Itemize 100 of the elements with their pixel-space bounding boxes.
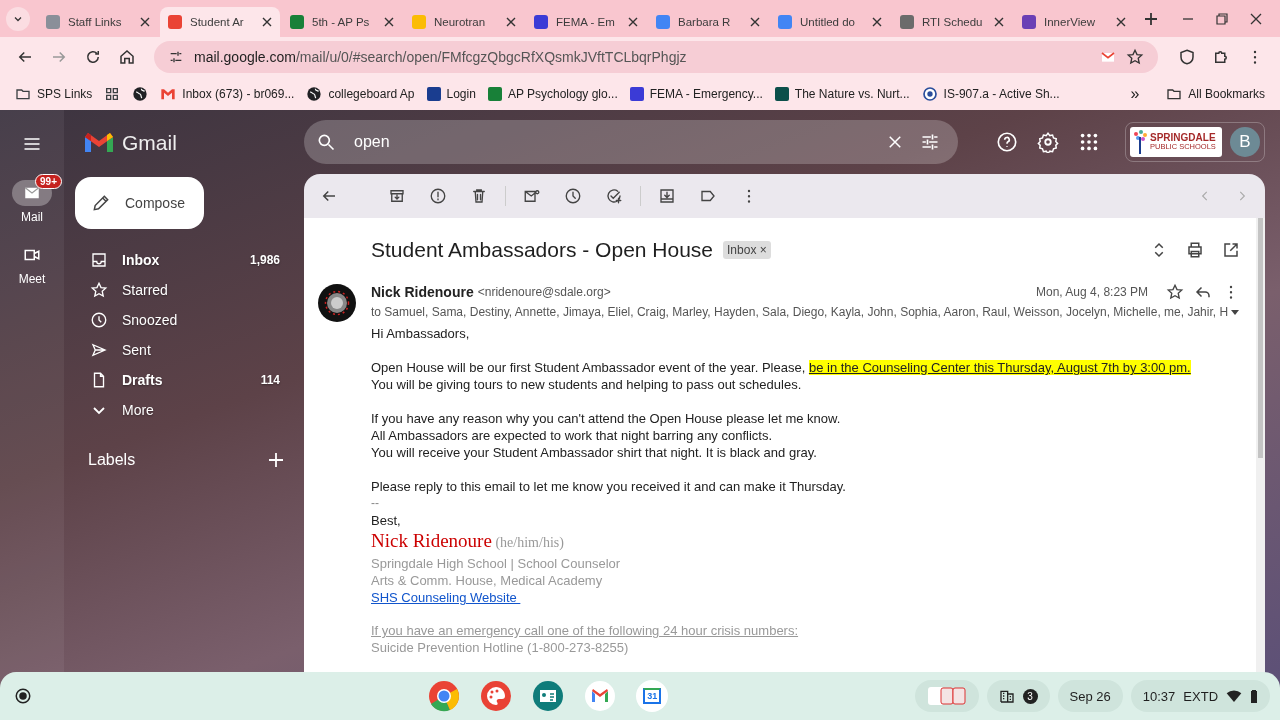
sender-avatar [318, 284, 356, 322]
report-icon[interactable] [429, 187, 447, 205]
scrollbar-thumb[interactable] [1258, 218, 1263, 458]
recipients: to Samuel, Sama, Destiny, Annette, Jimaya, Eliel, Craig, Marley, Hayden, Sala, Diego, Kayla, John, Sophia, Aaron, Raul, Weisson, Jocelyn, Michelle, me, Jahir, H [371, 305, 1229, 319]
browser-app-icon[interactable] [428, 680, 461, 712]
scrollbar[interactable] [1256, 218, 1265, 672]
reload-icon[interactable] [84, 48, 102, 66]
print-icon[interactable] [1186, 241, 1205, 259]
caret-icon[interactable] [1230, 307, 1241, 317]
restore-icon[interactable] [1216, 12, 1228, 25]
status-tray[interactable]: 10:37 EXTD [1130, 680, 1270, 712]
website-link[interactable]: SHS Counseling Website [371, 589, 521, 606]
star-icon[interactable] [1166, 283, 1185, 301]
unread-badge: 99+ [35, 174, 62, 189]
body-text: If you have any reason why you can't attend the Open House please let me know. [371, 410, 842, 427]
folder-item[interactable]: More [64, 395, 304, 425]
search-field[interactable]: open [352, 132, 870, 152]
open-new-window-icon[interactable] [1222, 241, 1241, 259]
more-bookmarks-button[interactable]: » [1116, 84, 1154, 103]
folder-item[interactable]: Sent [64, 335, 304, 365]
all-bookmarks-button[interactable]: All Bookmarks [1161, 82, 1270, 105]
tree-icon [1132, 129, 1148, 155]
send-icon [90, 341, 108, 359]
launcher-icon[interactable] [14, 687, 32, 705]
emergency-text: If you have an emergency call one of the following 24 hour crisis numbers: [371, 622, 800, 639]
close-icon[interactable] [628, 17, 638, 27]
signature-separator: -- [371, 495, 380, 512]
puzzle-icon[interactable] [1212, 48, 1230, 66]
closing-text: Best, [371, 512, 402, 529]
chevron-icon [90, 405, 108, 415]
apps-grid-icon[interactable] [1078, 131, 1100, 153]
rail-item[interactable]: Meet [12, 242, 52, 286]
bookmark[interactable]: Inbox (673) - br069... [155, 82, 300, 105]
site-settings-icon[interactable] [168, 49, 184, 65]
bookmark[interactable]: collegeboard Ap [301, 82, 420, 105]
pronouns: (he/him/his) [495, 535, 564, 550]
notification-tray[interactable]: 3 [986, 680, 1050, 712]
filter-sliders-icon[interactable] [920, 132, 940, 152]
search-icon[interactable] [316, 132, 336, 152]
folder-item[interactable]: Drafts 114 [64, 365, 304, 395]
close-icon[interactable] [1116, 17, 1126, 27]
holding-space-tray[interactable] [914, 680, 979, 712]
close-icon[interactable] [262, 17, 272, 27]
clock-icon[interactable] [564, 187, 582, 205]
bookmark[interactable]: The Nature vs. Nurt... [769, 83, 915, 104]
browser-tab[interactable]: Untitled do [770, 7, 890, 37]
browser-tab[interactable]: InnerView [1014, 7, 1134, 37]
bookmark[interactable]: SPS Links [10, 82, 98, 105]
close-icon[interactable] [140, 17, 150, 27]
compose-button[interactable]: Compose [75, 177, 204, 229]
close-icon[interactable] [1250, 12, 1262, 25]
folder-item[interactable]: Starred [64, 275, 304, 305]
browser-tab[interactable]: Staff Links [38, 7, 158, 37]
envelope-icon[interactable] [1100, 49, 1116, 65]
shield-icon[interactable] [1178, 48, 1196, 66]
browser-tab[interactable]: Barbara R [648, 7, 768, 37]
search-bar[interactable]: open [304, 120, 958, 164]
bookmark[interactable]: FEMA - Emergency... [624, 83, 768, 104]
close-icon[interactable] [872, 17, 882, 27]
file-thumbnails-icon [926, 685, 967, 707]
browser-tab[interactable]: RTI Schedu [892, 7, 1012, 37]
close-icon[interactable] [506, 17, 516, 27]
archive-icon[interactable] [388, 187, 406, 205]
bookmark[interactable]: Login [421, 83, 481, 104]
bookmark[interactable]: AP Psychology glo... [482, 83, 623, 104]
new-tab-icon[interactable] [1144, 11, 1158, 26]
notification-count: 3 [1022, 688, 1038, 704]
mail-app-icon[interactable] [584, 680, 617, 712]
add-icon[interactable] [268, 452, 284, 468]
signature-name: Nick Ridenoure [371, 530, 492, 551]
address-bar[interactable]: mail.google.com/mail/u/0/#search/open/FMfcgzQbgcRfXQsmkJVftTCLbqrPhgjz [154, 41, 1158, 73]
trash-icon[interactable] [470, 187, 488, 205]
close-icon[interactable] [994, 17, 1004, 27]
calendar-app-icon[interactable]: 31 [636, 680, 669, 712]
avatar[interactable]: B [1230, 127, 1260, 157]
home-icon[interactable] [118, 48, 136, 66]
classroom-app-icon[interactable] [532, 680, 565, 712]
move-icon[interactable] [658, 187, 676, 205]
settings-icon[interactable] [1037, 131, 1059, 153]
browser-tab[interactable]: Student Ar [160, 7, 280, 37]
browser-tab[interactable]: FEMA - Em [526, 7, 646, 37]
help-icon[interactable] [996, 131, 1018, 153]
inbox-icon [90, 251, 108, 269]
clear-icon[interactable] [886, 133, 904, 151]
remove-label-button[interactable]: × [759, 243, 767, 257]
browser-tab[interactable]: 5th - AP Ps [282, 7, 402, 37]
close-icon[interactable] [384, 17, 394, 27]
folder-item[interactable]: Snoozed [64, 305, 304, 335]
star-icon [90, 281, 108, 299]
close-icon[interactable] [750, 17, 760, 27]
labels-heading: Labels [88, 451, 136, 469]
sender-address: <nridenoure@sdale.org> [477, 285, 611, 299]
task-add-icon[interactable] [605, 187, 623, 205]
palette-app-icon[interactable] [480, 680, 513, 712]
browser-tab[interactable]: Neurotran [404, 7, 524, 37]
star-icon[interactable] [1126, 48, 1144, 66]
bookmark[interactable]: IS-907.a - Active Sh... [916, 82, 1065, 105]
folder-item[interactable]: Inbox 1,986 [64, 245, 304, 275]
clock-icon [90, 311, 108, 329]
date-tray[interactable]: Sep 26 [1057, 680, 1123, 712]
